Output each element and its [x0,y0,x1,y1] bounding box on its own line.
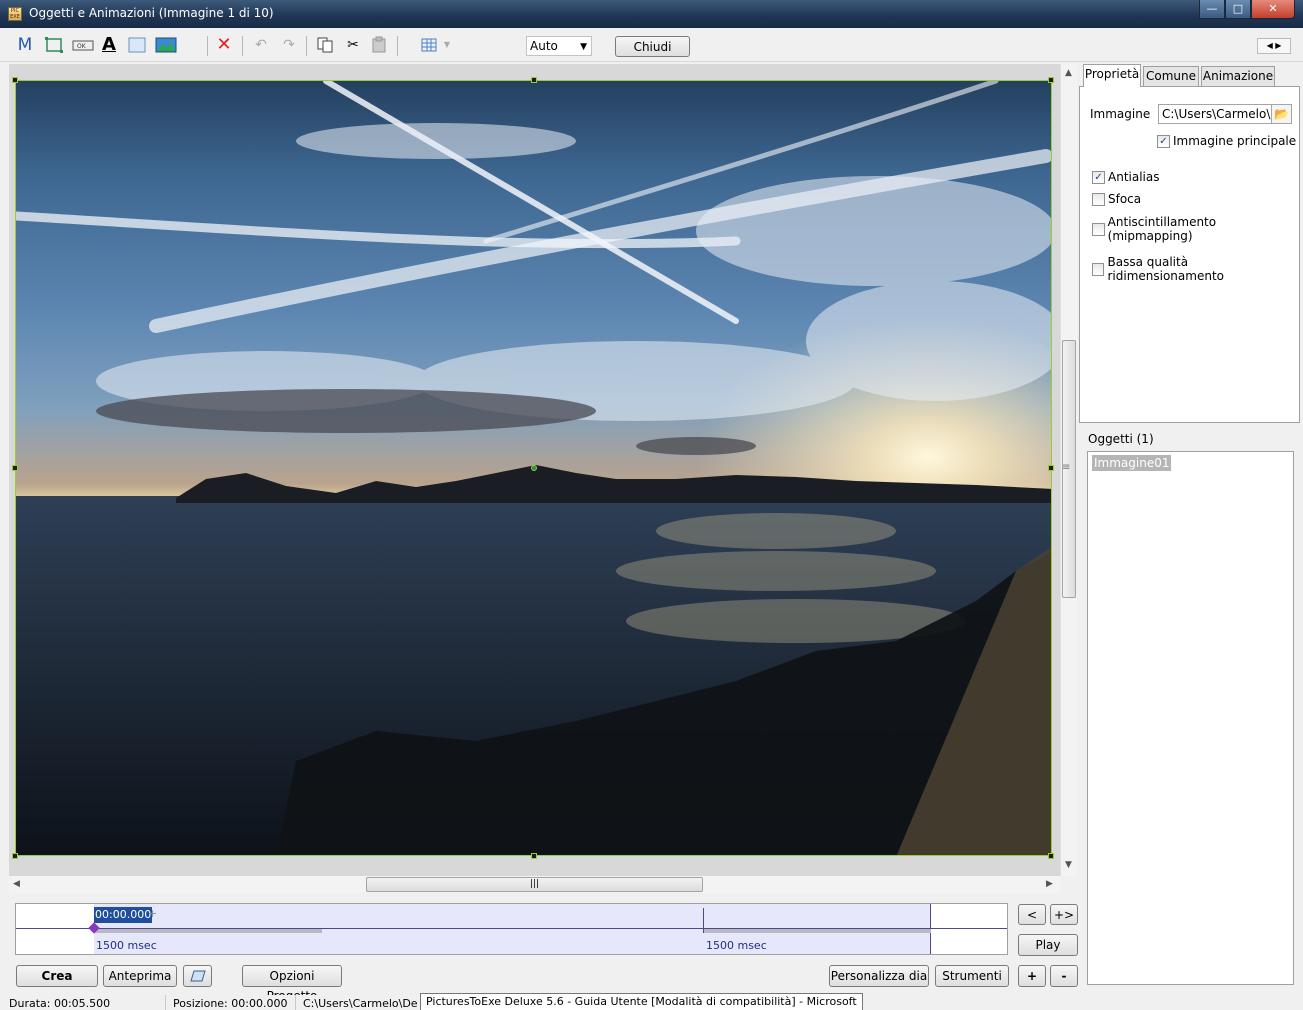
resize-handle[interactable] [12,77,18,83]
toolbar-separator [397,36,398,56]
list-item[interactable]: Immagine01 [1092,455,1172,471]
next-keyframe-button[interactable]: +> [1050,904,1078,925]
blur-checkbox[interactable]: Sfoca [1092,192,1141,206]
checkbox-box[interactable] [1092,262,1105,276]
title-bar: PIC EXE Oggetti e Animazioni (Immagine 1… [0,0,1303,28]
status-duration: Durata: 00:05.500 [9,997,111,1010]
checkbox-box[interactable]: ✓ [1092,170,1105,184]
project-options-button[interactable]: Opzioni Progetto [242,965,342,1003]
frame-icon[interactable] [128,36,146,54]
timeline[interactable]: 00:00.000 + 1500 msec 1500 msec [15,903,1008,955]
svg-text:OK: OK [77,43,87,50]
resize-handle[interactable] [531,77,537,83]
scroll-right-icon[interactable]: ▶ [1046,879,1053,889]
rectangle-icon[interactable] [45,36,63,54]
transition-bar [703,929,931,933]
scroll-down-icon[interactable]: ▼ [1065,860,1072,870]
tab-common[interactable]: Comune [1143,66,1199,86]
maximize-button[interactable]: □ [1225,0,1251,19]
grid-dropdown-icon[interactable]: ▼ [442,36,452,54]
scroll-left-icon[interactable]: ◀ [13,879,20,889]
antialias-checkbox[interactable]: ✓ Antialias [1092,170,1159,184]
checkbox-box[interactable] [1092,222,1105,236]
create-button[interactable]: Crea [16,965,98,987]
toolbar-separator [306,36,307,56]
horizontal-scroll-thumb[interactable]: ||| [366,877,703,892]
tab-animation[interactable]: Animazione [1201,66,1275,86]
add-keyframe-icon[interactable]: + [148,907,157,920]
preview-button[interactable]: Anteprima [103,965,177,987]
text-icon[interactable]: A [100,36,118,54]
mipmapping-checkbox[interactable]: Antiscintillamento (mipmapping) [1092,215,1299,243]
panel-nav-arrows-icon[interactable]: ◀ ▶ [1257,38,1291,54]
resize-handle[interactable] [1048,465,1054,471]
main-image-checkbox[interactable]: ✓ Immagine principale [1157,134,1296,148]
timeline-marker[interactable] [703,908,704,933]
objects-header: Oggetti (1) [1088,432,1154,446]
checkbox-box[interactable]: ✓ [1157,134,1170,148]
close-editor-button[interactable]: Chiudi [615,36,690,57]
redo-icon[interactable]: ↷ [280,36,298,54]
resize-handle[interactable] [531,853,537,859]
resize-handle[interactable] [12,465,18,471]
folder-open-icon[interactable]: 📂 [1271,105,1291,123]
status-path: C:\Users\Carmelo\De [303,997,418,1010]
delete-icon[interactable]: ✕ [215,36,233,54]
transition-duration-label: 1500 msec [706,939,767,952]
resize-handle[interactable] [1048,853,1054,859]
horizontal-scrollbar[interactable]: ◀ ||| ▶ [9,876,1060,893]
status-separator [295,995,296,1010]
low-quality-resize-checkbox[interactable]: Bassa qualità ridimensionamento [1092,255,1299,283]
grid-icon[interactable] [420,36,438,54]
window-controls: — □ ✕ [1199,0,1295,20]
app-icon: PIC EXE [8,7,22,21]
paste-icon[interactable] [370,36,388,54]
toolbar-separator [242,36,243,56]
splitter-grip-icon[interactable]: ≡ [1062,462,1070,473]
chevron-down-icon: ▼ [580,42,587,52]
undo-icon[interactable]: ↶ [252,36,270,54]
fullscreen-preview-icon[interactable] [183,965,212,987]
objects-list[interactable]: Immagine01 [1087,451,1294,985]
taskbar-tooltip: PicturesToExe Deluxe 5.6 - Guida Utente … [420,993,863,1010]
transition-bar [94,929,322,933]
current-time-display[interactable]: 00:00.000 [94,907,153,923]
resize-handle[interactable] [1048,77,1054,83]
checkbox-box[interactable] [1092,192,1105,206]
window-title: Oggetti e Animazioni (Immagine 1 di 10) [29,6,274,20]
transition-duration-label: 1500 msec [96,939,157,952]
properties-panel: Immagine C:\Users\Carmelo\D 📂 ✓ Immagine… [1079,86,1300,423]
minimize-button[interactable]: — [1199,0,1225,19]
properties-tabs: Proprietà Comune Animazione [1081,64,1301,87]
resize-handle[interactable] [12,853,18,859]
image-icon[interactable] [155,36,177,54]
tools-button[interactable]: Strumenti [935,965,1009,987]
zoom-select[interactable]: Auto ▼ [526,36,592,56]
add-object-button[interactable]: + [1018,965,1046,987]
close-window-button[interactable]: ✕ [1251,0,1295,19]
cut-icon[interactable]: ✂ [344,36,362,54]
copy-icon[interactable] [316,36,334,54]
remove-object-button[interactable]: - [1050,965,1078,987]
rotation-center-handle[interactable] [531,465,537,471]
customize-slide-button[interactable]: Personalizza dia [829,965,929,987]
mask-container-icon[interactable]: M [16,36,34,54]
play-button[interactable]: Play [1018,934,1078,956]
slide-canvas[interactable] [9,64,1060,876]
image-path-field[interactable]: C:\Users\Carmelo\D 📂 [1158,104,1292,124]
scroll-up-icon[interactable]: ▲ [1065,68,1072,78]
status-position: Posizione: 00:00.000 [173,997,288,1010]
prev-keyframe-button[interactable]: < [1018,904,1046,925]
image-label: Immagine [1090,107,1151,121]
status-separator [165,995,166,1010]
tab-properties[interactable]: Proprietà [1083,64,1141,87]
toolbar: M OK A ✕ ↶ ↷ ✂ ▼ Auto ▼ Chiudi ◀ ▶ [0,28,1303,62]
toolbar-separator [207,36,208,56]
button-object-icon[interactable]: OK [72,36,94,54]
